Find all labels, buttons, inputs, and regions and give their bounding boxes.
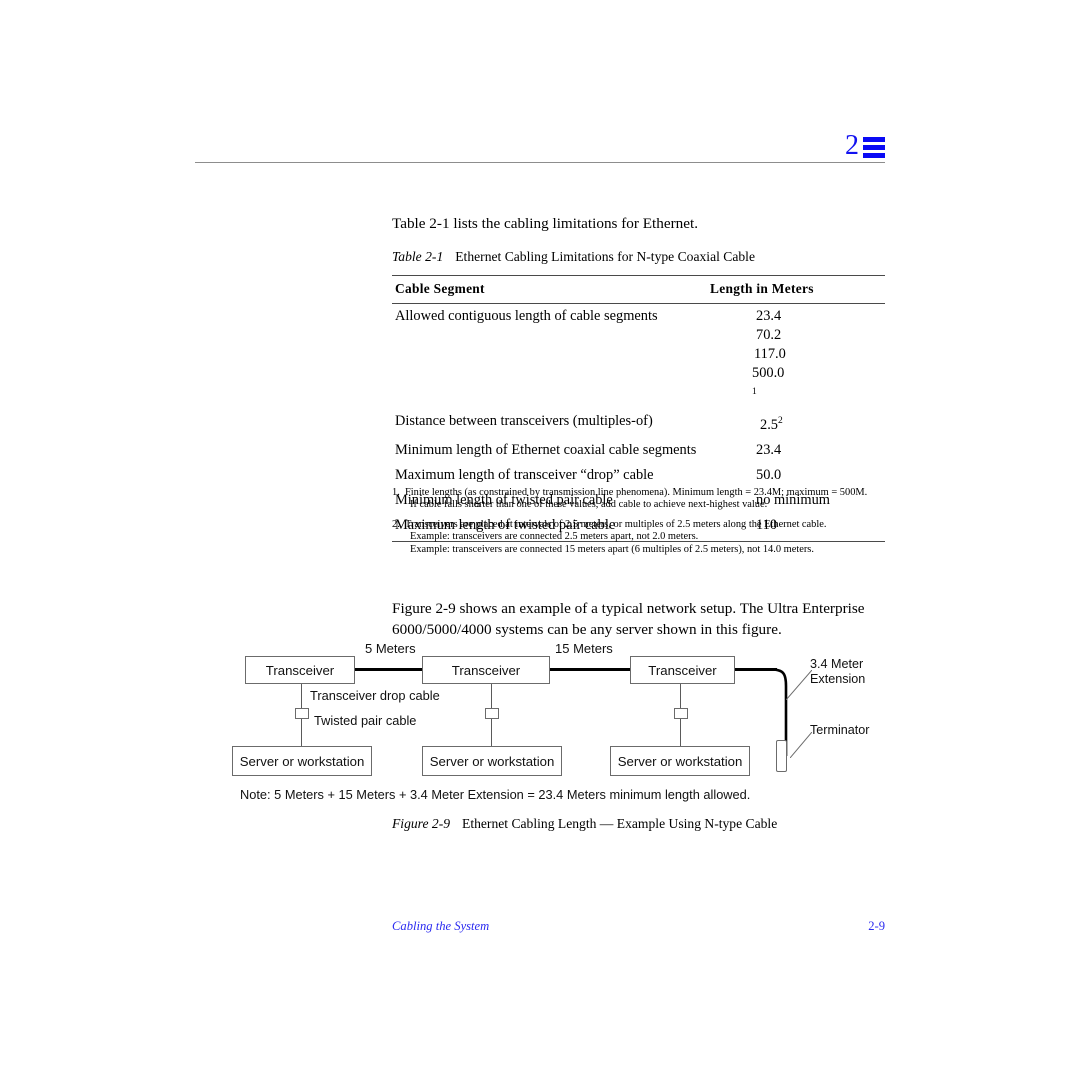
cell-segment: Distance between transceivers (multiples… xyxy=(395,412,653,429)
cable-connector xyxy=(295,708,309,719)
figure-caption-title: Ethernet Cabling Length — Example Using … xyxy=(462,816,778,831)
table-row: Distance between transceivers (multiples… xyxy=(392,409,885,438)
table-row: Minimum length of Ethernet coaxial cable… xyxy=(392,438,885,463)
terminator-callout-label: Terminator xyxy=(810,723,870,737)
cable-connector xyxy=(674,708,688,719)
extension-callout-label: 3.4 Meter Extension xyxy=(810,657,865,687)
terminator-shape xyxy=(776,740,787,772)
table-row: Maximum length of transceiver “drop” cab… xyxy=(392,463,885,488)
footnote-item: 1. Finite lengths (as constrained by tra… xyxy=(392,487,892,512)
footnote-item: 2. Transceivers are placed at intervals … xyxy=(392,519,892,556)
value-item: 50.0 xyxy=(756,466,782,483)
footnote-line: Transceivers are placed at intervals of … xyxy=(405,518,827,530)
footnote-line: Finite lengths (as constrained by transm… xyxy=(405,487,868,498)
transceiver-box: Transceiver xyxy=(630,656,735,684)
intro-paragraph: Table 2-1 lists the cabling limitations … xyxy=(392,213,885,234)
chapter-number: 2 xyxy=(845,130,859,161)
figure-intro-line-2: 6000/5000/4000 systems can be any server… xyxy=(392,621,782,638)
coax-cable-segment xyxy=(355,668,422,671)
intro-text: Table 2-1 lists the cabling limitations … xyxy=(392,215,698,232)
column-header-length: Length in Meters xyxy=(710,275,885,304)
extension-callout-line-1: 3.4 Meter xyxy=(810,657,864,671)
header-divider xyxy=(195,162,885,163)
server-box: Server or workstation xyxy=(610,746,750,776)
figure-intro-paragraph: Figure 2-9 shows an example of a typical… xyxy=(392,598,885,640)
transceiver-box: Transceiver xyxy=(422,656,550,684)
drop-cable-label: Transceiver drop cable xyxy=(310,688,440,703)
figure-intro-line-1: Figure 2-9 shows an example of a typical… xyxy=(392,600,865,617)
table-caption-label: Table 2-1 xyxy=(392,249,444,264)
table-header-row: Cable Segment Length in Meters xyxy=(392,275,885,304)
footnote-line: Example: transceivers are connected 2.5 … xyxy=(410,531,699,543)
extension-callout-line-2: Extension xyxy=(810,672,866,686)
network-diagram: Transceiver Transceiver Transceiver Serv… xyxy=(230,641,890,788)
column-header-cable-segment: Cable Segment xyxy=(392,275,710,304)
value-item: 70.2 xyxy=(756,327,782,343)
cell-segment: Maximum length of transceiver “drop” cab… xyxy=(395,466,654,483)
page-footer: Cabling the System 2-9 xyxy=(392,919,885,934)
coax-cable-segment xyxy=(550,668,630,671)
segment-length-label: 5 Meters xyxy=(365,641,416,656)
footnote-number: 2. xyxy=(392,518,400,530)
figure-caption-label: Figure 2-9 xyxy=(392,816,451,831)
segment-length-label: 15 Meters xyxy=(555,641,613,656)
footer-section-title: Cabling the System xyxy=(392,919,490,933)
footer-page-number: 2-9 xyxy=(868,919,885,933)
cable-connector xyxy=(485,708,499,719)
twisted-pair-label: Twisted pair cable xyxy=(314,713,417,728)
stacked-bars-icon xyxy=(863,136,885,158)
table-caption-title: Ethernet Cabling Limitations for N-type … xyxy=(455,249,755,264)
transceiver-box: Transceiver xyxy=(245,656,355,684)
value-item: 23.4 xyxy=(756,308,782,324)
server-box: Server or workstation xyxy=(422,746,562,776)
footnote-marker: 1 xyxy=(752,387,757,397)
value-item: 117.0 xyxy=(754,346,786,362)
table-footnotes: 1. Finite lengths (as constrained by tra… xyxy=(392,487,892,563)
footnote-line: If cable falls shorter than one of these… xyxy=(410,499,768,511)
footnote-marker: 2 xyxy=(778,415,783,426)
figure-caption: Figure 2-9 Ethernet Cabling Length — Exam… xyxy=(392,816,885,832)
chapter-header: 2 xyxy=(195,118,885,168)
value-item: 2.52 xyxy=(760,415,783,433)
terminator-leader-line xyxy=(790,732,812,758)
cell-length: 50.0 xyxy=(710,463,885,488)
footnote-line: Example: transceivers are connected 15 m… xyxy=(410,543,814,555)
extension-leader-line xyxy=(786,670,812,700)
table-caption: Table 2-1 Ethernet Cabling Limitations fo… xyxy=(392,248,885,266)
diagram-note: Note: 5 Meters + 15 Meters + 3.4 Meter E… xyxy=(240,787,751,802)
cell-length: 2.52 xyxy=(710,409,885,438)
footnote-number: 1. xyxy=(392,487,400,498)
cell-segment: Allowed contiguous length of cable segme… xyxy=(395,308,658,324)
cell-length: 23.4 xyxy=(710,438,885,463)
server-box: Server or workstation xyxy=(232,746,372,776)
table-row: Allowed contiguous length of cable segme… xyxy=(392,304,885,409)
cell-segment: Minimum length of Ethernet coaxial cable… xyxy=(395,441,697,458)
value-item: 500.0 1 xyxy=(752,365,785,397)
cell-length: 23.4 70.2 117.0 500.0 1 xyxy=(710,304,885,409)
value-item: 23.4 xyxy=(756,441,782,458)
